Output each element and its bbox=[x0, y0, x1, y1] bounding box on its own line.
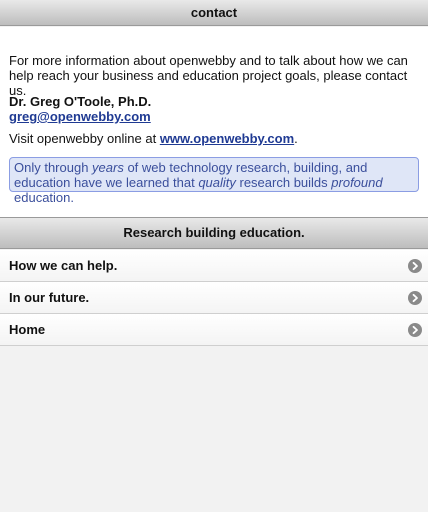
contact-email-link[interactable]: greg@openwebby.com bbox=[9, 109, 151, 124]
menu-item-how-we-can-help[interactable]: How we can help. bbox=[0, 250, 428, 282]
chevron-right-circle-icon bbox=[408, 323, 422, 337]
menu-item-in-our-future[interactable]: In our future. bbox=[0, 282, 428, 314]
intro-text: For more information about openwebby and… bbox=[9, 53, 408, 98]
quote-text-1: Only through bbox=[14, 160, 93, 175]
contact-name: Dr. Greg O'Toole, Ph.D. bbox=[9, 94, 152, 109]
page-header: contact bbox=[0, 0, 428, 26]
quote-text-3: research builds bbox=[235, 175, 332, 190]
menu-item-label: How we can help. bbox=[9, 258, 118, 273]
nav-menu: How we can help. In our future. Home bbox=[0, 250, 428, 346]
chevron-right-circle-icon bbox=[408, 259, 422, 273]
page-title: contact bbox=[190, 5, 238, 20]
quote-italic-2: quality bbox=[198, 175, 236, 190]
visit-prefix: Visit openwebby online at bbox=[9, 131, 160, 146]
quote-italic-1: years bbox=[92, 160, 124, 175]
quote-italic-3: profound bbox=[331, 175, 383, 190]
website-link[interactable]: www.openwebby.com bbox=[160, 131, 294, 146]
menu-item-label: In our future. bbox=[9, 290, 90, 305]
section-title: Research building education. bbox=[123, 225, 305, 240]
quote-text-4: education. bbox=[14, 190, 74, 205]
visit-line: Visit openwebby online at www.openwebby.… bbox=[9, 131, 298, 146]
menu-item-label: Home bbox=[9, 322, 46, 337]
quote-box: Only through years of web technology res… bbox=[9, 157, 419, 205]
contact-content: For more information about openwebby and… bbox=[0, 27, 428, 217]
visit-suffix: . bbox=[294, 131, 298, 146]
chevron-right-circle-icon bbox=[408, 291, 422, 305]
section-header: Research building education. bbox=[0, 217, 428, 249]
menu-item-home[interactable]: Home bbox=[0, 314, 428, 346]
